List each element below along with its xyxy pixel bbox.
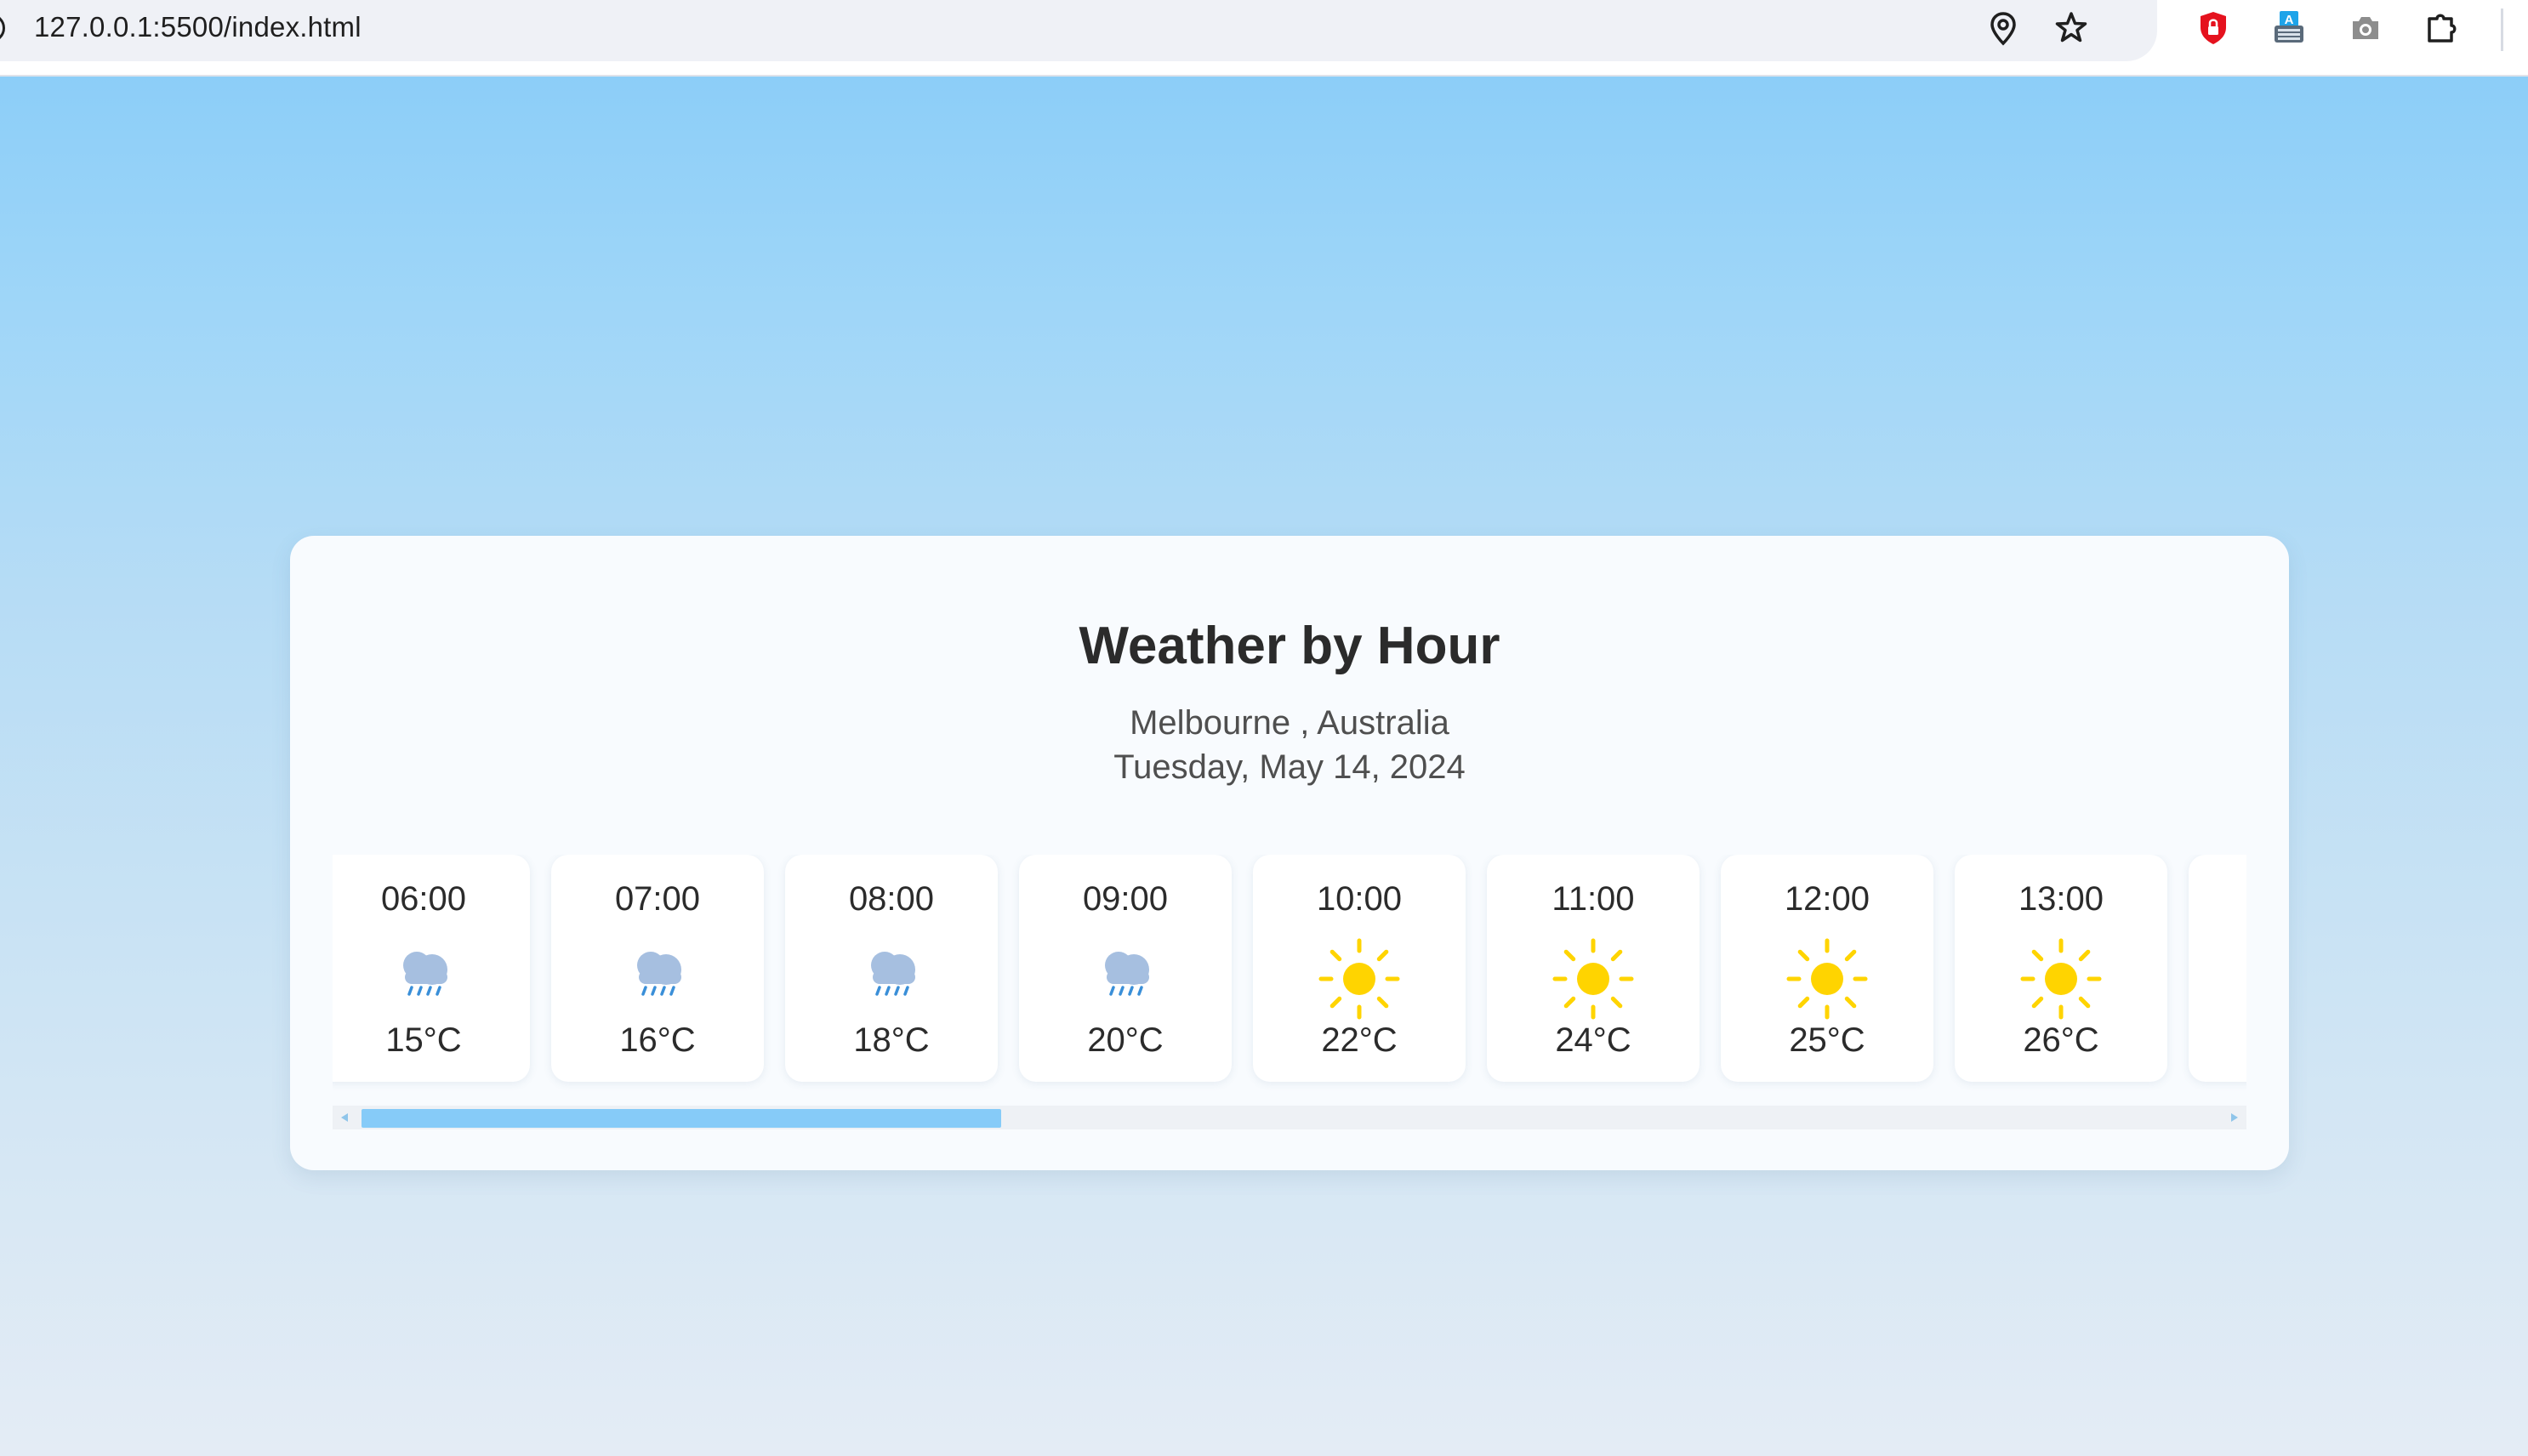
bookmark-star-icon[interactable] — [2050, 7, 2092, 49]
hour-time: 11:00 — [1552, 880, 1635, 918]
scroll-right-arrow-icon[interactable] — [2231, 1113, 2238, 1122]
location-label: Melbourne , Australia — [1130, 704, 1449, 742]
hour-temperature: 20°C — [1087, 1021, 1164, 1059]
hour-time: 10:00 — [1316, 880, 1403, 918]
translate-extension-icon[interactable]: A — [2268, 7, 2310, 49]
weather-card: Weather by Hour Melbourne , Australia Tu… — [290, 536, 2289, 1170]
shield-extension-icon[interactable] — [2192, 7, 2235, 49]
camera-icon[interactable] — [2344, 7, 2387, 49]
location-pin-icon[interactable] — [1982, 7, 2024, 49]
hour-card: 12:00 25°C — [1721, 855, 1933, 1082]
sun-icon — [1544, 926, 1643, 1025]
sun-icon — [2012, 926, 2110, 1025]
hour-card: 13:00 26°C — [1955, 855, 2167, 1082]
info-icon[interactable] — [0, 14, 5, 43]
svg-text:A: A — [2285, 13, 2294, 27]
hour-temperature: 16°C — [619, 1021, 696, 1059]
hour-temperature: 15°C — [385, 1021, 462, 1059]
browser-toolbar: 127.0.0.1:5500/index.html A — [0, 0, 2528, 77]
page-title: Weather by Hour — [1079, 617, 1500, 675]
hour-time: 07:00 — [614, 880, 701, 918]
hour-temperature: 22°C — [1321, 1021, 1398, 1059]
rain-cloud-icon — [608, 926, 707, 1025]
hour-temperature: 25°C — [1789, 1021, 1865, 1059]
address-bar[interactable]: 127.0.0.1:5500/index.html — [0, 0, 2157, 61]
extensions-puzzle-icon[interactable] — [2421, 7, 2463, 49]
sun-icon — [1778, 926, 1876, 1025]
hour-temperature: 18°C — [853, 1021, 930, 1059]
hour-card: 06:00 15°C — [333, 855, 530, 1082]
hour-card-partial — [2189, 855, 2246, 1082]
hour-time: 12:00 — [1784, 880, 1870, 918]
rain-cloud-icon — [1076, 926, 1175, 1025]
hour-time: 09:00 — [1082, 880, 1169, 918]
hour-time: 08:00 — [848, 880, 935, 918]
hour-card: 11:00 24°C — [1487, 855, 1700, 1082]
scrollbar-thumb[interactable] — [362, 1109, 1001, 1128]
hour-card: 09:00 20°C — [1019, 855, 1232, 1082]
scroll-left-arrow-icon[interactable] — [341, 1113, 348, 1122]
hour-time: 13:00 — [2018, 880, 2104, 918]
sun-icon — [1310, 926, 1409, 1025]
hour-temperature: 26°C — [2023, 1021, 2099, 1059]
toolbar-divider — [2501, 9, 2503, 51]
hour-card: 10:00 22°C — [1253, 855, 1466, 1082]
rain-cloud-icon — [374, 926, 473, 1025]
rain-cloud-icon — [842, 926, 941, 1025]
date-label: Tuesday, May 14, 2024 — [1113, 748, 1466, 786]
url-text[interactable]: 127.0.0.1:5500/index.html — [34, 11, 362, 43]
hour-time: 06:00 — [380, 880, 467, 918]
hour-card: 07:00 16°C — [551, 855, 764, 1082]
hour-card: 08:00 18°C — [785, 855, 998, 1082]
horizontal-scrollbar[interactable] — [333, 1106, 2246, 1129]
hourly-forecast-scroller[interactable]: 06:00 15°C 07:00 16°C 08:00 18°C 09:00 20°C 10:0… — [333, 855, 2246, 1101]
hour-temperature: 24°C — [1555, 1021, 1631, 1059]
